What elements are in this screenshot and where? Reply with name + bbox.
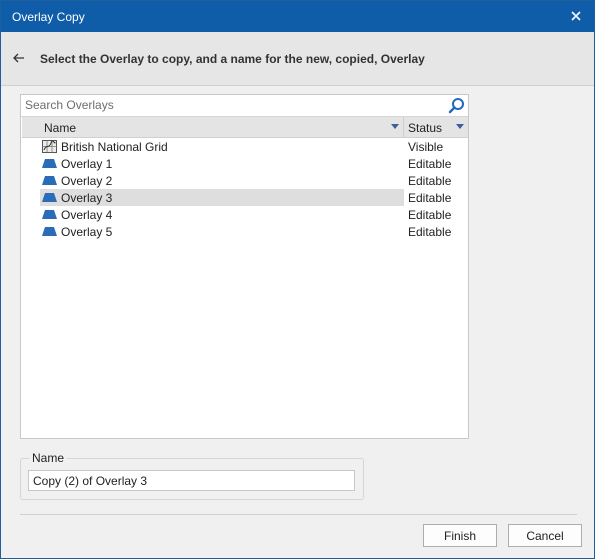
sort-dropdown-icon [456,124,464,129]
title-bar: Overlay Copy [1,1,594,32]
overlay-status: Editable [408,174,452,188]
back-arrow-icon [13,53,24,63]
search-input[interactable] [21,95,441,115]
overlay-name: Overlay 2 [61,174,113,188]
overlay-status: Visible [408,140,444,154]
sort-dropdown-icon [391,124,399,129]
instruction-text: Select the Overlay to copy, and a name f… [40,52,425,66]
footer-divider [20,514,577,515]
cancel-button[interactable]: Cancel [508,524,582,547]
overlay-list: British National Grid Visible Overlay 1 … [22,138,468,240]
name-cell: Overlay 2 [40,172,404,189]
window-title: Overlay Copy [12,10,85,24]
close-button[interactable] [566,6,586,26]
overlay-name: Overlay 3 [61,191,113,205]
overlay-name: British National Grid [61,140,168,154]
list-item-overlay-2[interactable]: Overlay 2 Editable [22,172,468,189]
status-column-label: Status [408,121,443,135]
name-column-label: Name [44,121,77,135]
list-item-overlay-5[interactable]: Overlay 5 Editable [22,223,468,240]
instruction-header: Select the Overlay to copy, and a name f… [1,32,594,86]
name-cell: Overlay 1 [40,155,404,172]
list-item-overlay-3[interactable]: Overlay 3 Editable [22,189,468,206]
search-icon[interactable] [448,97,465,114]
overlay-layer-icon [42,227,57,236]
overlay-name: Overlay 5 [61,225,113,239]
overlay-layer-icon [42,193,57,202]
overlay-copy-dialog: Overlay Copy Select the Overlay to copy,… [0,0,595,559]
name-cell: Overlay 3 [40,189,404,206]
name-group-box: Name [20,451,364,500]
overlay-list-panel: Name Status Bri [20,94,469,439]
search-bar [21,95,468,117]
list-item-british-national-grid[interactable]: British National Grid Visible [22,138,468,155]
finish-button[interactable]: Finish [423,524,497,547]
name-cell: Overlay 4 [40,206,404,223]
status-column-header[interactable]: Status [404,117,468,137]
overlay-status: Editable [408,157,452,171]
overlay-layer-icon [42,176,57,185]
name-cell: British National Grid [40,138,404,155]
close-icon [571,11,581,21]
overlay-status: Editable [408,191,452,205]
overlay-status: Editable [408,225,452,239]
name-cell: Overlay 5 [40,223,404,240]
overlay-status: Editable [408,208,452,222]
list-item-overlay-1[interactable]: Overlay 1 Editable [22,155,468,172]
overlay-layer-icon [42,159,57,168]
name-column-header[interactable]: Name [22,117,404,137]
overlay-layer-icon [42,210,57,219]
name-group-legend: Name [29,451,68,465]
back-button[interactable] [10,49,28,67]
new-overlay-name-field[interactable] [28,470,355,491]
overlay-name: Overlay 4 [61,208,113,222]
list-column-header: Name Status [22,117,468,138]
overlay-name: Overlay 1 [61,157,113,171]
grid-map-icon [42,140,57,153]
list-item-overlay-4[interactable]: Overlay 4 Editable [22,206,468,223]
